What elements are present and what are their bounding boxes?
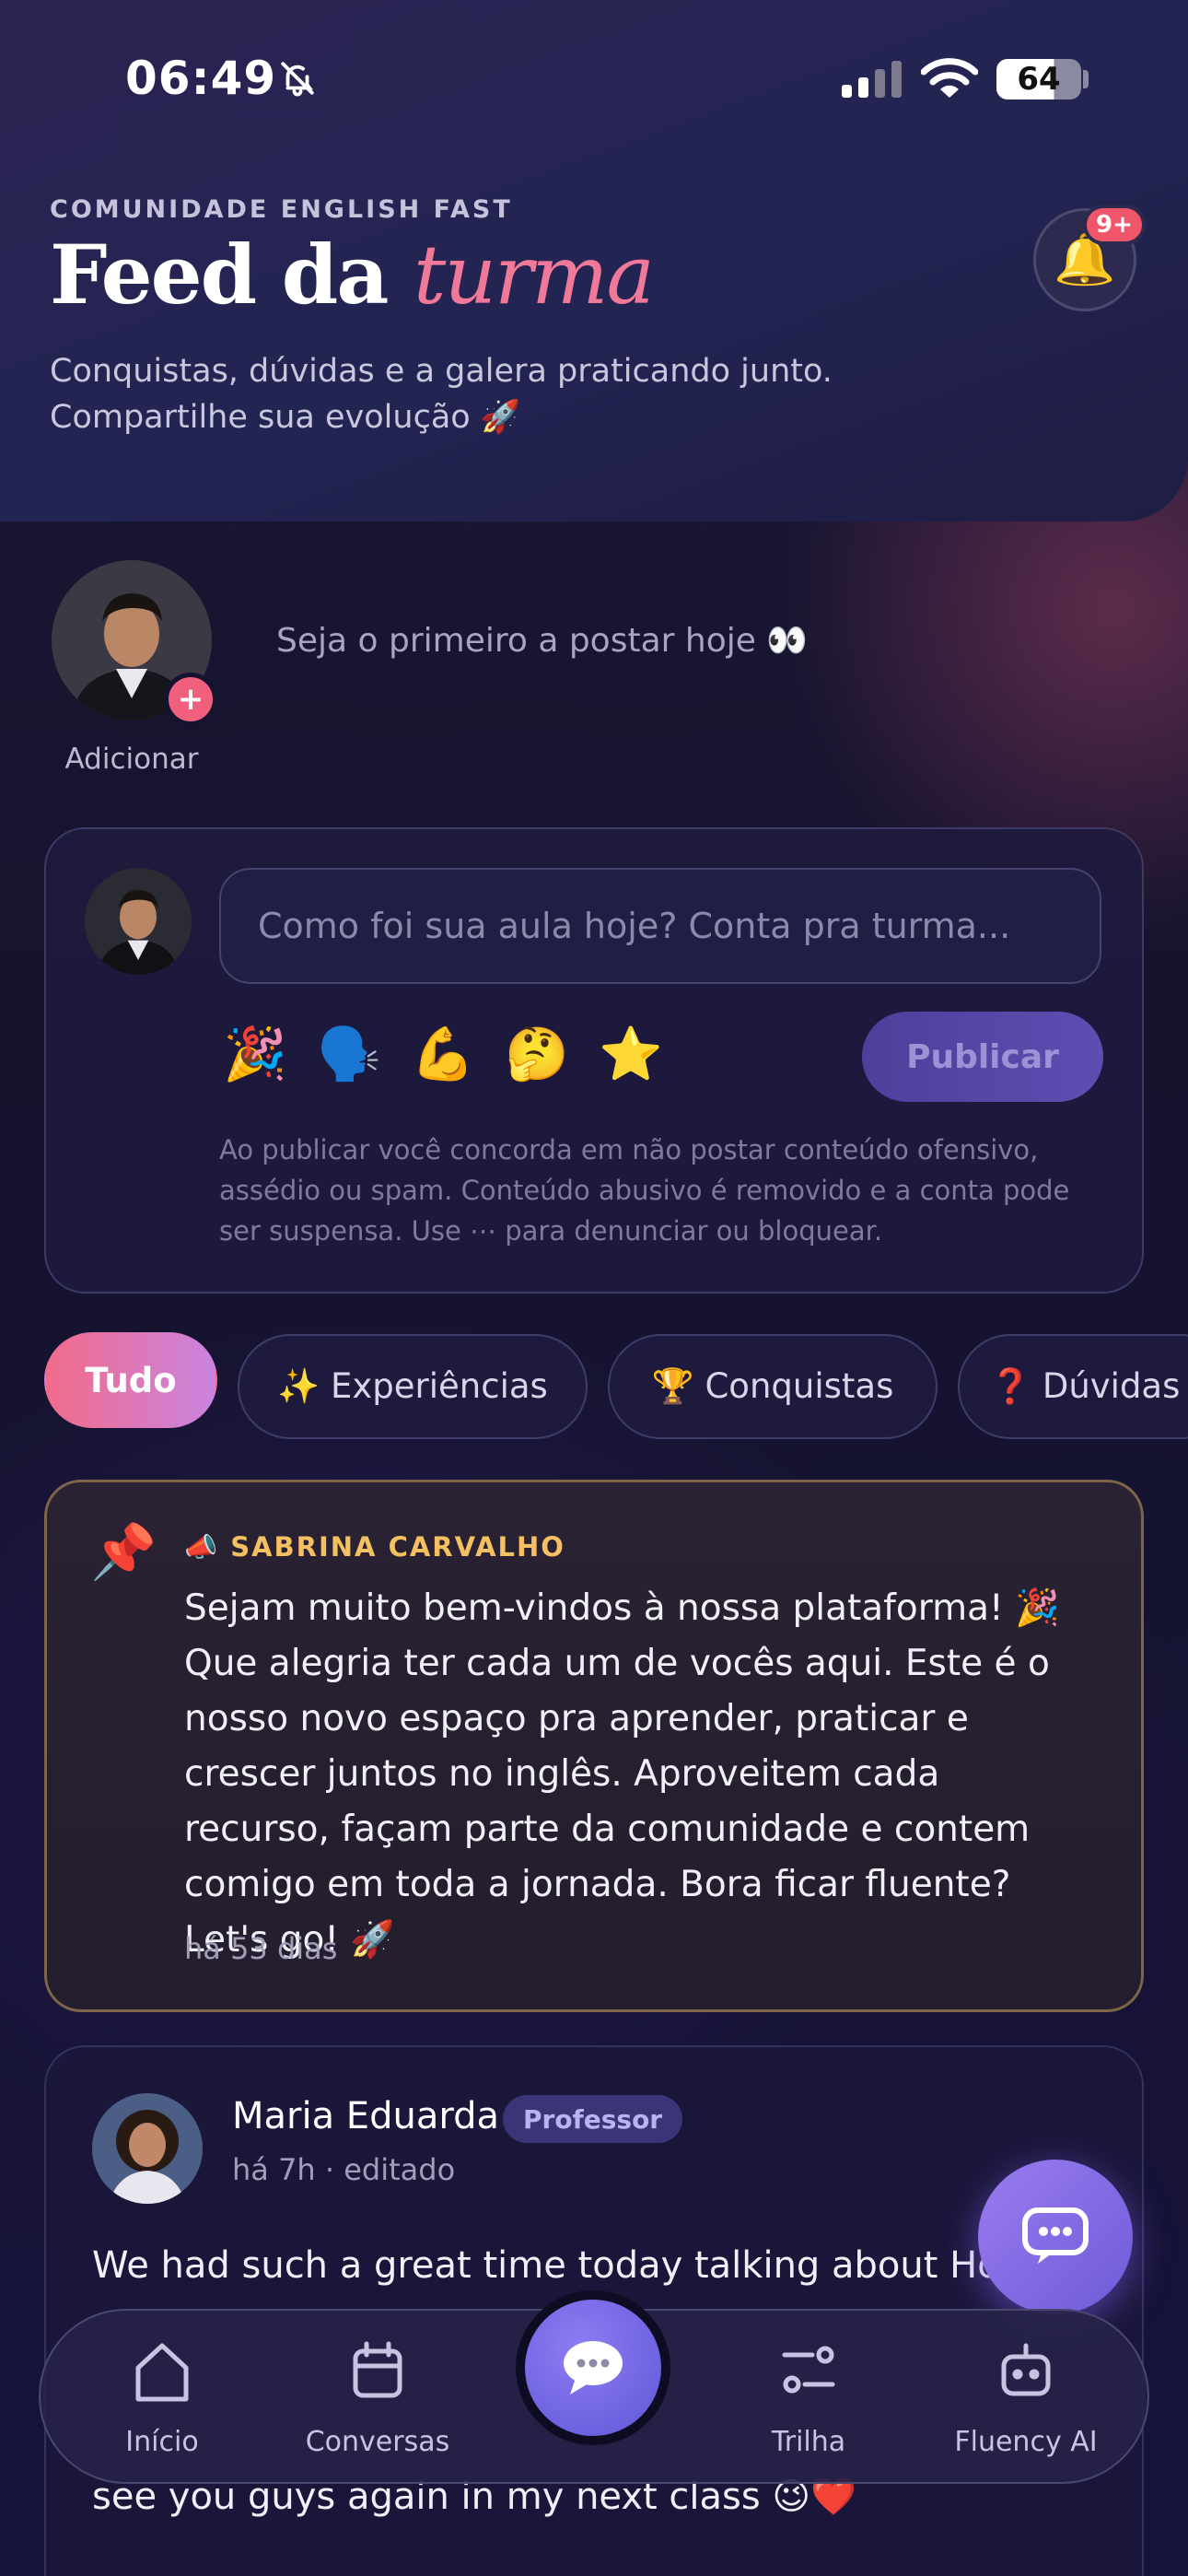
- author-avatar-image: [92, 2093, 203, 2204]
- pin-icon: 📌: [90, 1520, 157, 1583]
- filter-chip-experiences[interactable]: ✨ Experiências: [238, 1334, 588, 1439]
- status-time: 06:49: [125, 52, 277, 105]
- tab-fluency-ai[interactable]: Fluency AI: [934, 2333, 1118, 2471]
- emoji-star-button[interactable]: ⭐: [599, 1023, 663, 1087]
- battery-indicator: 64: [996, 59, 1081, 100]
- emoji-party-button[interactable]: 🎉: [223, 1023, 287, 1087]
- filter-chip-all[interactable]: Tudo: [44, 1332, 217, 1428]
- chat-bubble-icon: [1022, 2207, 1089, 2264]
- post-author-name[interactable]: Maria Eduarda: [232, 2095, 499, 2137]
- user-avatar-image: [85, 868, 192, 975]
- calendar-icon: [350, 2340, 405, 2405]
- tab-inicio[interactable]: Início: [70, 2333, 254, 2471]
- tab-label-conversas: Conversas: [305, 2426, 450, 2458]
- stories-empty-text: Seja o primeiro a postar hoje 👀: [276, 622, 809, 660]
- community-eyebrow: COMUNIDADE ENGLISH FAST: [50, 195, 513, 224]
- wifi-icon: [920, 57, 979, 103]
- posting-disclaimer: Ao publicar você concorda em não postar …: [219, 1134, 1070, 1247]
- center-chat-inner: [525, 2300, 661, 2436]
- battery-tip: [1083, 70, 1089, 88]
- tab-label-inicio: Início: [125, 2426, 199, 2458]
- emoji-muscle-button[interactable]: 💪: [411, 1023, 475, 1087]
- page-subtitle: Conquistas, dúvidas e a galera praticand…: [50, 348, 879, 440]
- post-meta: há 7h · editado: [232, 2152, 456, 2187]
- pinned-post-time: há 53 dias: [184, 1931, 338, 1966]
- publish-button[interactable]: Publicar: [862, 1012, 1103, 1102]
- mute-bell-icon: [278, 59, 317, 101]
- post-body-line-1: We had such a great time today talking a…: [92, 2244, 1066, 2287]
- role-badge: Professor: [503, 2095, 683, 2143]
- composer-text-input[interactable]: [219, 868, 1101, 984]
- tab-label-fluency-ai: Fluency AI: [954, 2426, 1098, 2458]
- page-title-main: Feed da: [50, 227, 413, 322]
- emoji-speaking-button[interactable]: 🗣️: [317, 1023, 381, 1087]
- subtitle-line-2: Compartilhe sua evolução 🚀: [50, 399, 521, 436]
- notification-count-badge: 9+: [1083, 205, 1146, 245]
- center-chat-button[interactable]: [516, 2290, 670, 2445]
- floating-chat-button[interactable]: [978, 2160, 1133, 2314]
- robot-icon: [996, 2340, 1055, 2403]
- speech-bubble-icon: [564, 2341, 623, 2395]
- add-story-label: Adicionar: [64, 743, 199, 776]
- page-title-accent: turma: [413, 228, 655, 322]
- subtitle-line-1: Conquistas, dúvidas e a galera praticand…: [50, 353, 833, 390]
- add-story-plus-icon[interactable]: +: [164, 673, 217, 726]
- composer-avatar: [85, 868, 192, 975]
- pinned-post-author: 📣 SABRINA CARVALHO: [184, 1531, 565, 1563]
- tab-trilha[interactable]: Trilha: [716, 2333, 901, 2471]
- emoji-thinking-button[interactable]: 🤔: [505, 1023, 569, 1087]
- cellular-signal-icon: [842, 61, 903, 101]
- filter-chip-achievements[interactable]: 🏆 Conquistas: [608, 1334, 938, 1439]
- pinned-post-body: Sejam muito bem-vindos à nossa plataform…: [184, 1587, 1060, 1961]
- home-icon: [133, 2340, 192, 2408]
- tab-label-trilha: Trilha: [771, 2426, 846, 2458]
- filter-chip-questions[interactable]: ❓ Dúvidas: [958, 1334, 1188, 1439]
- tab-conversas[interactable]: Conversas: [285, 2333, 470, 2471]
- path-icon: [779, 2340, 838, 2403]
- post-author-avatar[interactable]: [92, 2093, 203, 2204]
- page-title: Feed da turma: [50, 227, 655, 322]
